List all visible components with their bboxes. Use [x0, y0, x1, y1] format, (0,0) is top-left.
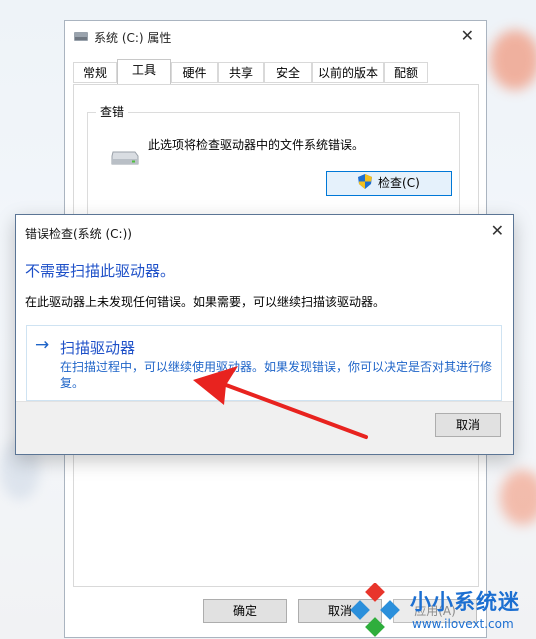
- app-icon: [74, 32, 88, 41]
- ok-button[interactable]: 确定: [203, 599, 287, 623]
- dialog-footer: 取消: [16, 401, 513, 454]
- watermark: 小小系统迷 www.ilovext.com: [346, 583, 536, 639]
- check-button-label: 检查(C): [378, 176, 420, 190]
- check-button[interactable]: 检查(C): [326, 171, 452, 196]
- background-blob: [500, 470, 536, 525]
- error-checking-description: 此选项将检查驱动器中的文件系统错误。: [148, 138, 365, 152]
- tab-quota[interactable]: 配额: [384, 62, 428, 83]
- error-check-dialog: 错误检查(系统 (C:)) ✕ 不需要扫描此驱动器。 在此驱动器上未发现任何错误…: [15, 214, 514, 455]
- properties-title: 系统 (C:) 属性: [94, 31, 172, 45]
- watermark-url: www.ilovext.com: [412, 617, 514, 631]
- arrow-right-icon: →: [35, 335, 50, 355]
- close-icon[interactable]: ✕: [461, 26, 474, 45]
- properties-titlebar: 系统 (C:) 属性 ✕: [65, 21, 486, 51]
- tab-general[interactable]: 常规: [73, 62, 117, 83]
- watermark-text: 小小系统迷: [410, 590, 520, 614]
- scan-drive-title: 扫描驱动器: [60, 339, 136, 357]
- watermark-logo-icon: [350, 583, 400, 637]
- drive-icon: [111, 151, 139, 165]
- scan-drive-description: 在扫描过程中，可以继续使用驱动器。如果发现错误，你可以决定是否对其进行修复。: [60, 360, 493, 390]
- tab-tools[interactable]: 工具: [117, 59, 171, 84]
- tab-hardware[interactable]: 硬件: [171, 62, 218, 83]
- dialog-heading: 不需要扫描此驱动器。: [25, 262, 176, 280]
- shield-icon: [358, 174, 373, 189]
- dialog-cancel-button[interactable]: 取消: [435, 413, 501, 437]
- dialog-description: 在此驱动器上未发现任何错误。如果需要，可以继续扫描该驱动器。: [25, 295, 386, 309]
- dialog-title: 错误检查(系统 (C:)): [25, 227, 132, 241]
- tab-sharing[interactable]: 共享: [218, 62, 264, 83]
- scan-drive-option[interactable]: → 扫描驱动器 在扫描过程中，可以继续使用驱动器。如果发现错误，你可以决定是否对…: [26, 325, 502, 401]
- close-icon[interactable]: ✕: [491, 221, 504, 240]
- error-checking-label: 查错: [96, 103, 129, 120]
- background-blob: [490, 30, 536, 90]
- tab-previous-versions[interactable]: 以前的版本: [312, 62, 384, 83]
- tab-security[interactable]: 安全: [264, 62, 312, 83]
